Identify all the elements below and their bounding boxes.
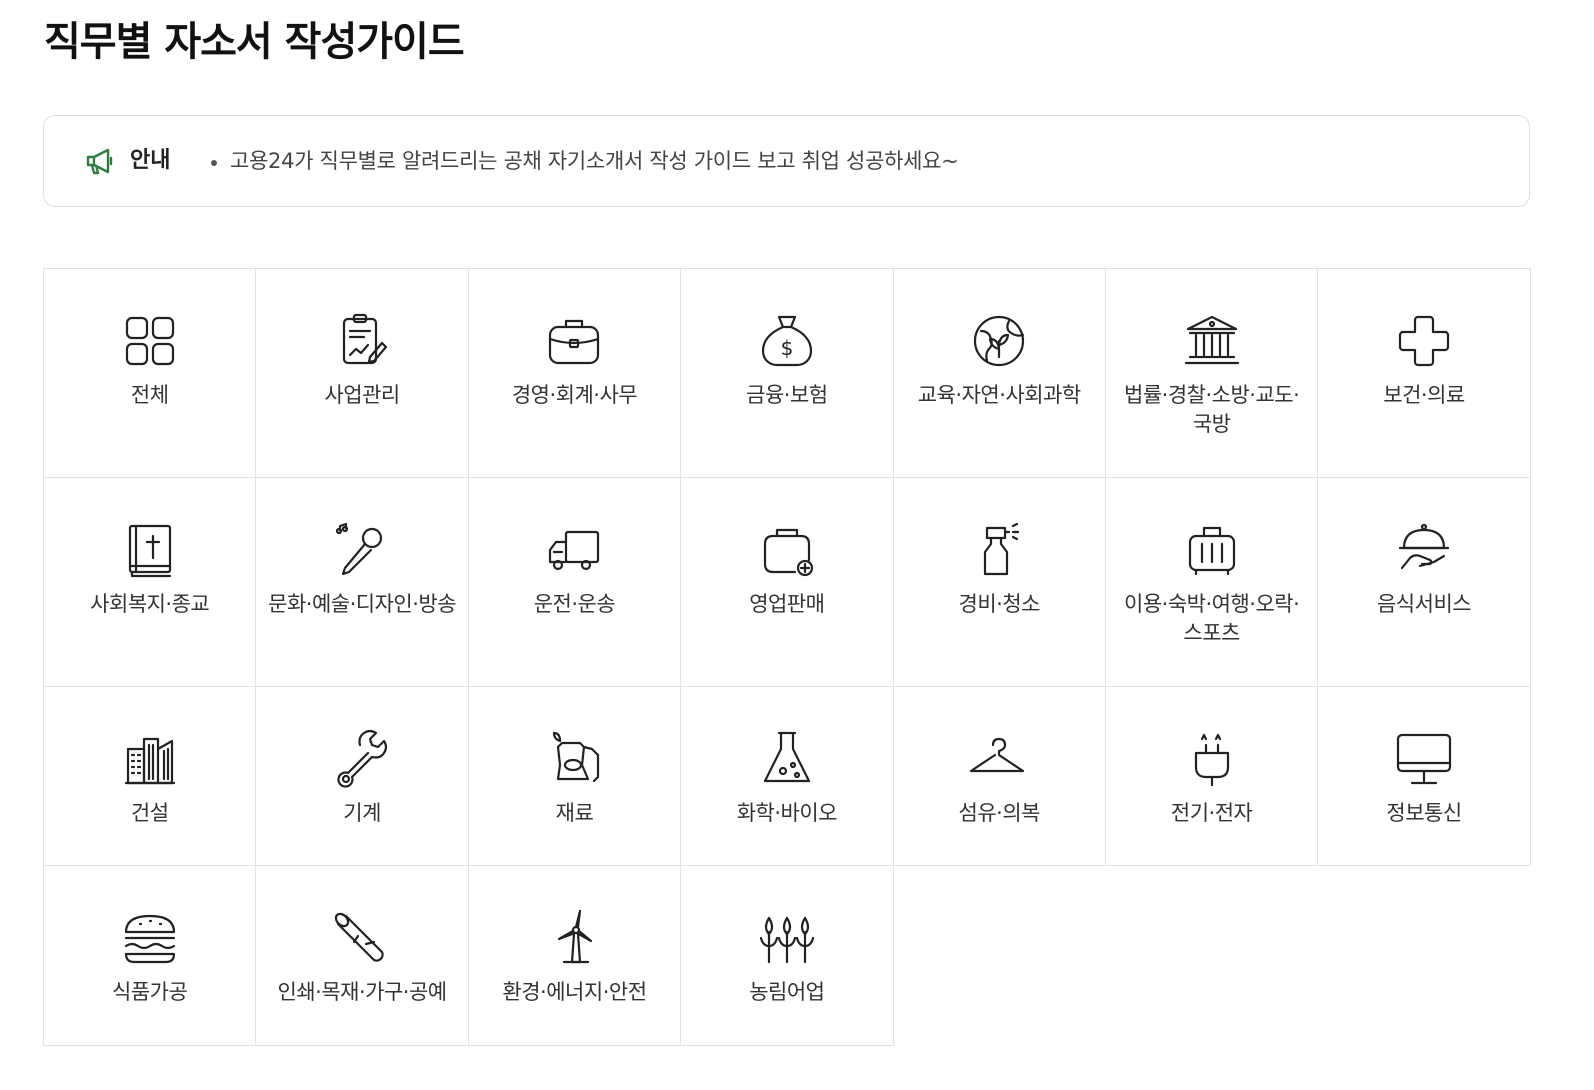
category-label: 정보통신 [1386,801,1462,825]
notice-box: 안내 고용24가 직무별로 알려드리는 공채 자기소개서 작성 가이드 보고 취… [43,115,1530,207]
wind-turbine-icon [542,906,606,970]
hanger-icon [967,727,1031,791]
burger-icon [118,906,182,970]
category-label: 식품가공 [112,980,188,1004]
category-label: 농림어업 [749,980,825,1004]
category-management-accounting[interactable]: 경영·회계·사무 [468,269,682,478]
crops-icon [755,906,819,970]
category-electrical-electronics[interactable]: 전기·전자 [1105,687,1319,866]
megaphone-icon [84,145,116,177]
category-label: 이용·숙박·여행·오락·스포츠 [1124,592,1300,645]
category-label: 사업관리 [324,383,400,407]
category-printing-wood-crafts[interactable]: 인쇄·목재·가구·공예 [256,866,469,1046]
flask-icon [755,727,819,791]
category-label: 사회복지·종교 [90,592,210,616]
courthouse-icon [1180,309,1244,373]
category-health-medical[interactable]: 보건·의료 [1318,269,1531,478]
category-label: 환경·에너지·안전 [502,980,647,1004]
spray-bottle-icon [967,518,1031,582]
category-label: 전기·전자 [1170,801,1253,825]
category-textile-clothing[interactable]: 섬유·의복 [893,687,1106,866]
category-ict[interactable]: 정보통신 [1318,687,1531,866]
category-construction[interactable]: 건설 [44,687,257,866]
category-welfare-religion[interactable]: 사회복지·종교 [44,478,257,687]
wood-log-icon [330,906,394,970]
category-label: 기계 [343,801,381,825]
monitor-icon [1392,727,1456,791]
category-label: 전체 [130,383,169,407]
globe-leaf-icon [967,309,1031,373]
category-label: 화학·바이오 [736,801,838,825]
category-label: 법률·경찰·소방·교도·국방 [1124,383,1300,436]
category-label: 건설 [130,801,169,825]
category-finance-insurance[interactable]: $ 금융·보험 [681,269,894,478]
buildings-icon [118,727,182,791]
category-label: 금융·보험 [746,383,828,407]
job-category-grid: 전체 사업관리 경영·회계·사무 $ 금융·보험 교육·자연·사회과학 법률·경… [43,268,1531,1046]
category-environment-energy-safety[interactable]: 환경·에너지·안전 [468,866,682,1046]
svg-text:$: $ [780,336,793,360]
category-label: 경영·회계·사무 [511,383,638,407]
category-all[interactable]: 전체 [44,269,257,478]
category-hospitality-travel[interactable]: 이용·숙박·여행·오락·스포츠 [1105,478,1319,687]
category-culture-arts[interactable]: 문화·예술·디자인·방송 [256,478,469,687]
grid-icon [118,309,182,373]
category-label: 인쇄·목재·가구·공예 [277,980,448,1004]
category-education-science[interactable]: 교육·자연·사회과학 [893,269,1106,478]
shopping-bag-icon [755,518,819,582]
category-label: 문화·예술·디자인·방송 [268,592,457,616]
category-sales[interactable]: 영업판매 [681,478,894,687]
suitcase-icon [1180,518,1244,582]
notice-text: 고용24가 직무별로 알려드리는 공채 자기소개서 작성 가이드 보고 취업 성… [230,149,959,173]
category-machinery[interactable]: 기계 [256,687,469,866]
category-label: 영업판매 [749,592,825,616]
cloche-icon [1392,518,1456,582]
truck-icon [542,518,606,582]
page-title: 직무별 자소서 작성가이드 [44,19,465,65]
briefcase-icon [542,309,606,373]
microphone-icon [330,518,394,582]
category-label: 재료 [555,801,594,825]
category-driving-transport[interactable]: 운전·운송 [468,478,682,687]
money-bag-icon: $ [755,309,819,373]
category-chemistry-bio[interactable]: 화학·바이오 [681,687,894,866]
category-label: 교육·자연·사회과학 [917,383,1081,407]
notice-bullet [211,160,217,166]
clipboard-chart-icon [330,309,394,373]
category-food-processing[interactable]: 식품가공 [44,866,257,1046]
category-agriculture-fishery[interactable]: 농림어업 [681,866,894,1046]
category-label: 섬유·의복 [958,801,1041,825]
category-label: 음식서비스 [1376,592,1472,616]
category-food-service[interactable]: 음식서비스 [1318,478,1531,687]
material-sack-icon [542,727,606,791]
wrench-icon [330,727,394,791]
medical-cross-icon [1392,309,1456,373]
category-label: 운전·운송 [533,592,616,616]
category-materials[interactable]: 재료 [468,687,682,866]
bible-icon [118,518,182,582]
category-business-management[interactable]: 사업관리 [256,269,469,478]
category-law-police-defense[interactable]: 법률·경찰·소방·교도·국방 [1105,269,1319,478]
notice-label: 안내 [130,148,171,173]
category-label: 경비·청소 [958,592,1041,616]
category-security-cleaning[interactable]: 경비·청소 [893,478,1106,687]
category-label: 보건·의료 [1383,383,1465,407]
plug-icon [1180,727,1244,791]
